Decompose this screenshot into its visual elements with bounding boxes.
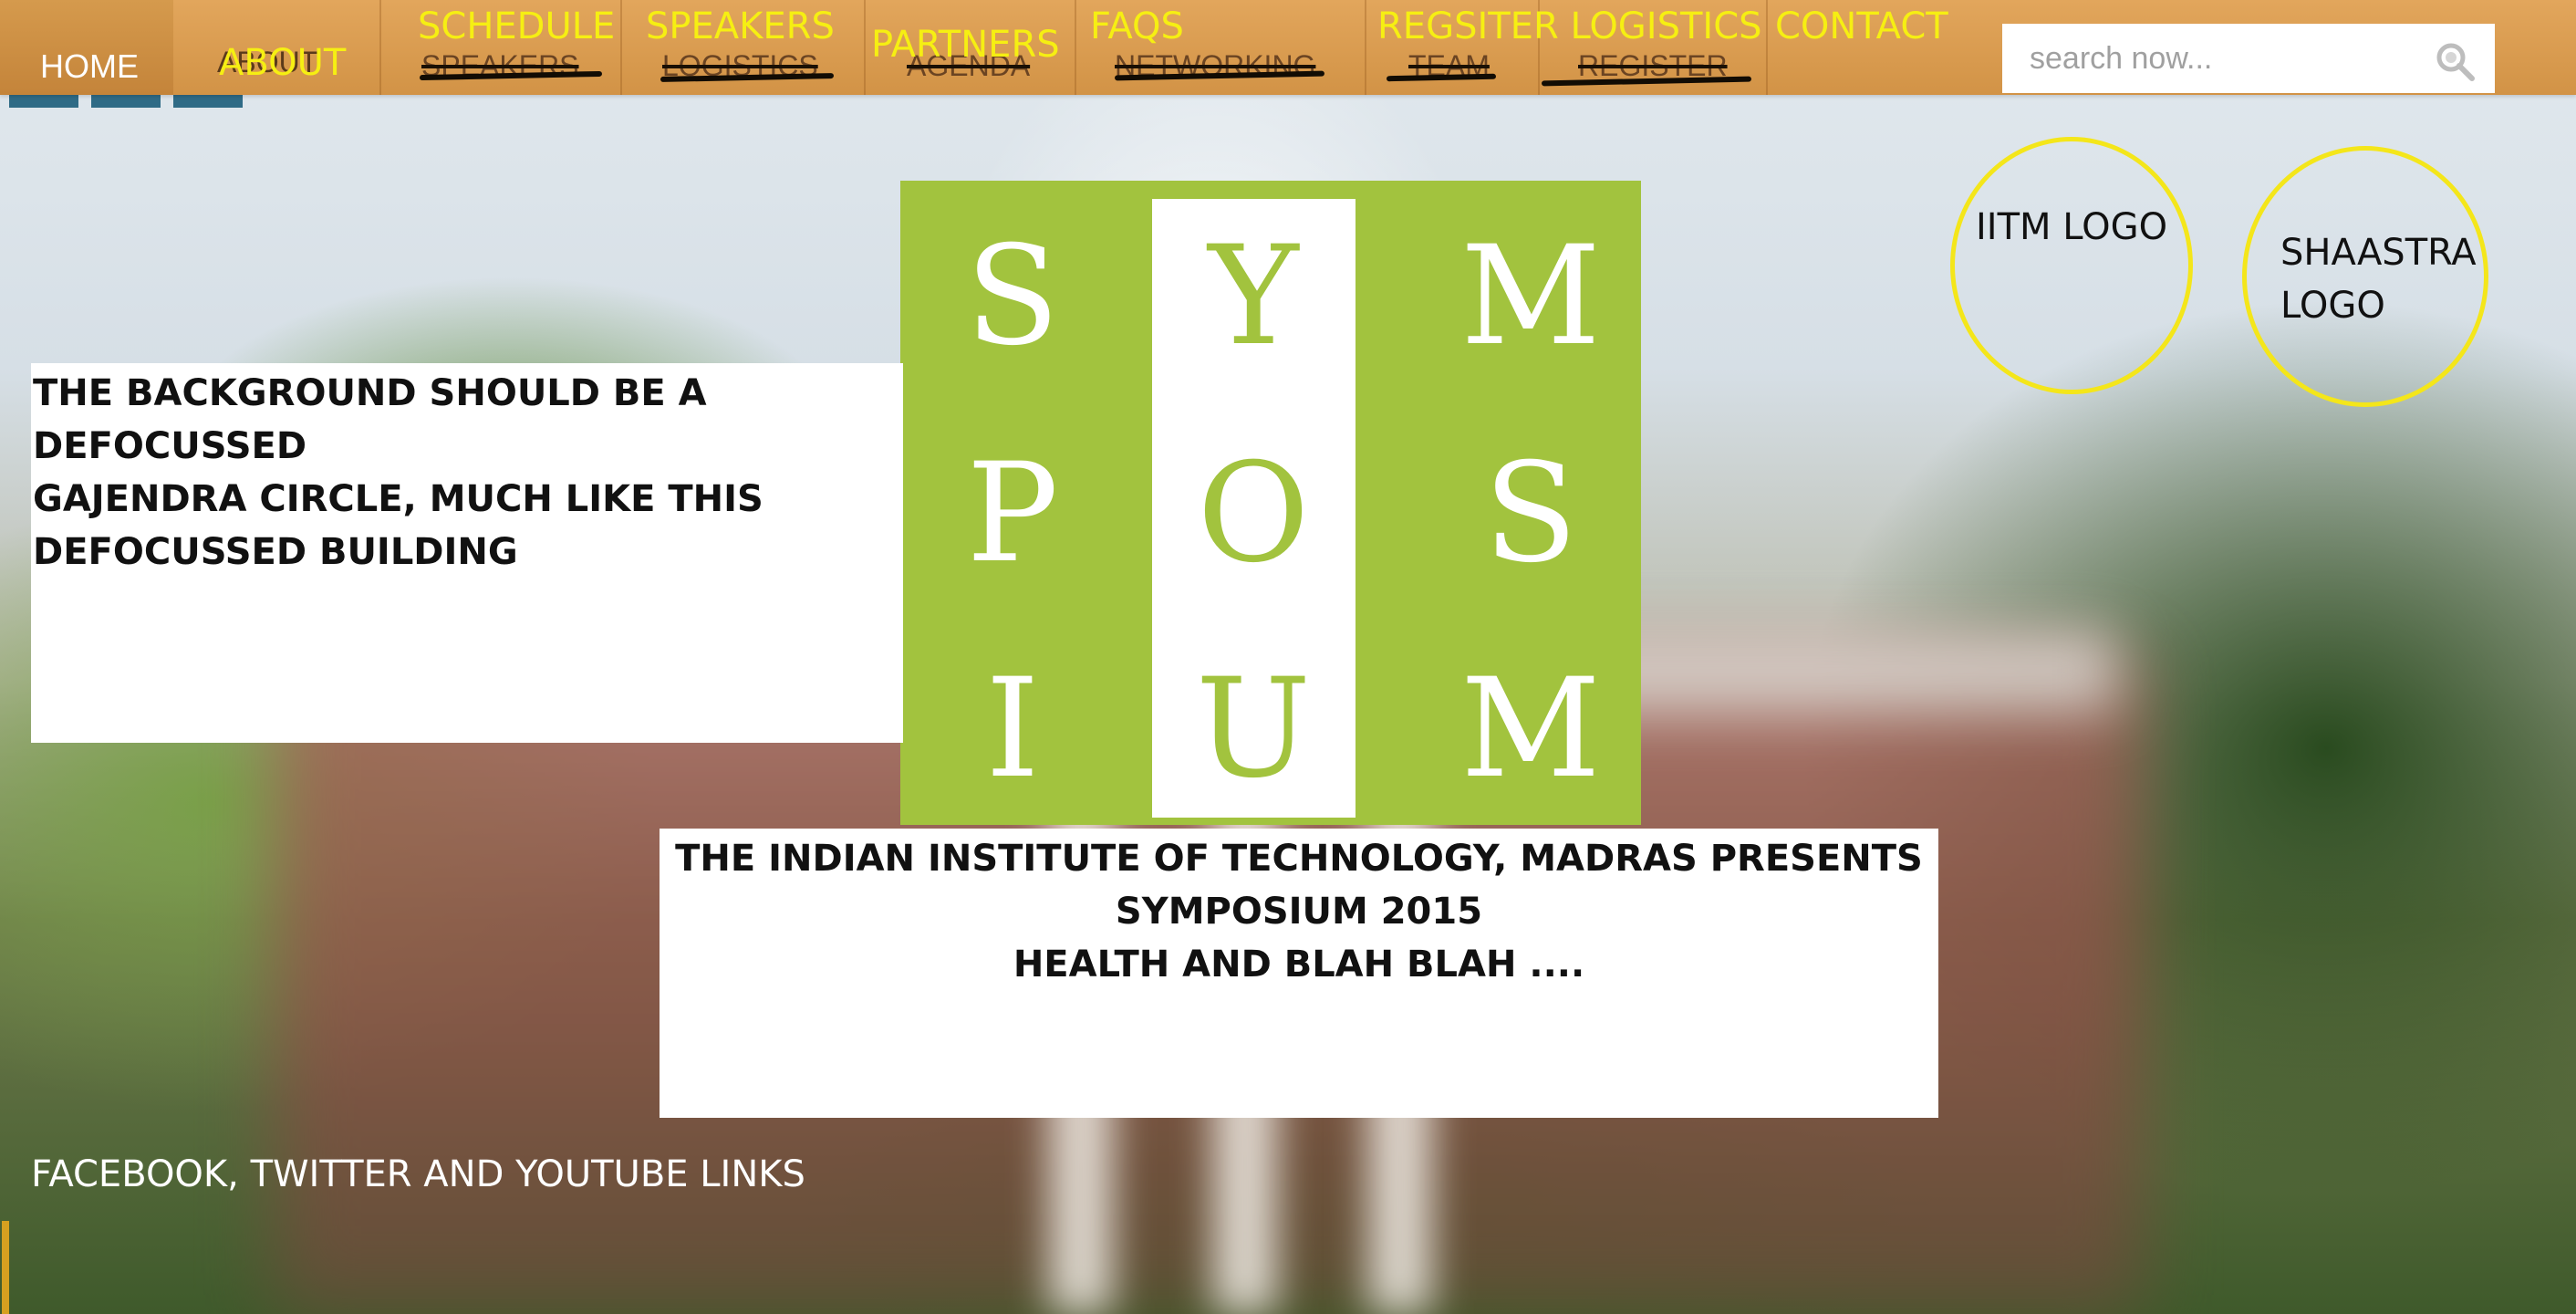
nav-divider <box>379 0 381 95</box>
logo-letter: U <box>1195 650 1312 808</box>
social-tab[interactable] <box>173 95 243 108</box>
scribble-mark <box>1541 76 1752 87</box>
overlay-partners: PARTNERS <box>871 24 1060 66</box>
note-line: DEFOCUSSED BUILDING <box>33 531 518 573</box>
overlay-faqs: FAQS <box>1090 5 1184 47</box>
event-info-box: THE INDIAN INSTITUTE OF TECHNOLOGY, MADR… <box>660 829 1938 1118</box>
search-icon[interactable] <box>2434 40 2476 82</box>
overlay-register-logistics: REGSITER LOGISTICS <box>1377 5 1762 47</box>
event-presenter: THE INDIAN INSTITUTE OF TECHNOLOGY, MADR… <box>675 838 1923 880</box>
overlay-about: ABOUT <box>219 42 347 84</box>
iitm-logo-placeholder[interactable] <box>1950 137 2193 394</box>
logo-letter: M <box>1460 650 1601 808</box>
overlay-schedule: SCHEDULE <box>418 5 616 47</box>
search-input[interactable] <box>2002 24 2495 93</box>
nav-divider <box>864 0 866 95</box>
note-line: THE BACKGROUND SHOULD BE A DEFOCUSSED <box>33 372 707 467</box>
logo-letter: S <box>1483 434 1578 593</box>
note-line: GAJENDRA CIRCLE, MUCH LIKE THIS <box>33 478 763 520</box>
iitm-logo-label: IITM LOGO <box>1976 206 2168 248</box>
event-title: SYMPOSIUM 2015 <box>1115 891 1483 933</box>
logo-letter: O <box>1197 434 1310 593</box>
nav-divider <box>1365 0 1366 95</box>
nav-divider <box>620 0 622 95</box>
background-note-box: THE BACKGROUND SHOULD BE A DEFOCUSSED GA… <box>31 363 903 743</box>
nav-divider <box>1766 0 1768 95</box>
nav-divider <box>1075 0 1076 95</box>
overlay-speakers: SPEAKERS <box>646 5 835 47</box>
event-theme: HEALTH AND BLAH BLAH .... <box>1013 944 1585 986</box>
logo-letter: M <box>1460 217 1601 376</box>
logo-letter: P <box>966 434 1059 593</box>
shaastra-logo-label: LOGO <box>2280 285 2385 327</box>
logo-letter: S <box>965 217 1060 376</box>
overlay-contact: CONTACT <box>1775 5 1948 47</box>
social-tab[interactable] <box>9 95 78 108</box>
nav-home-label[interactable]: HOME <box>40 47 139 86</box>
social-tab[interactable] <box>91 95 161 108</box>
shaastra-logo-label: SHAASTRA <box>2280 232 2477 274</box>
social-links-note[interactable]: FACEBOOK, TWITTER AND YOUTUBE LINKS <box>31 1153 805 1195</box>
logo-letter: I <box>985 650 1040 808</box>
nav-home-tab[interactable]: HOME <box>0 0 173 95</box>
logo-letter: Y <box>1208 217 1299 376</box>
side-tab[interactable] <box>2 1221 9 1314</box>
